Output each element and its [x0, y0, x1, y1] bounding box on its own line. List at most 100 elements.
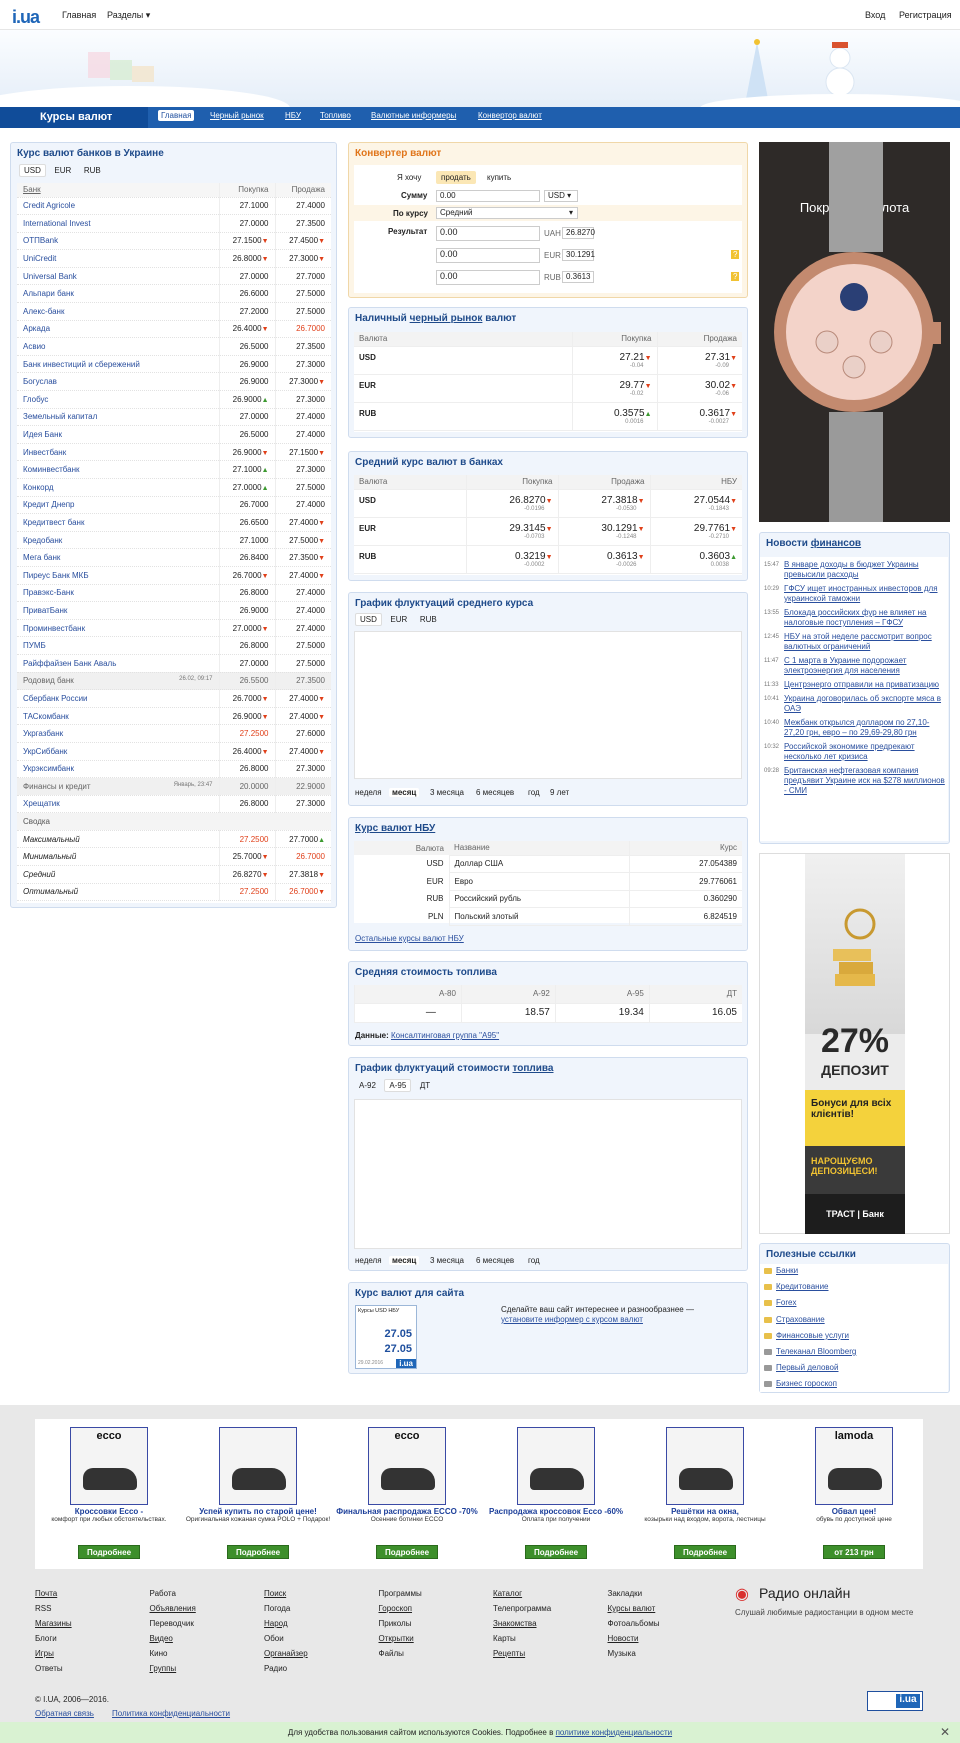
ad-more-button[interactable]: Подробнее	[674, 1545, 736, 1559]
ad-card[interactable]: Успей купить по старой цене! Оригинальная…	[184, 1419, 332, 1559]
login-link[interactable]: Вход	[865, 10, 885, 20]
footer-link[interactable]: Ответы	[35, 1661, 72, 1676]
fuel-period-year[interactable]: год	[528, 1256, 540, 1265]
bank-name-link[interactable]: UniCredit	[17, 249, 219, 268]
footer-link[interactable]: Радио	[264, 1661, 308, 1676]
footer-link[interactable]: RSS	[35, 1601, 72, 1616]
bank-row[interactable]: Мега банк 26.8400 27.3500▼	[17, 548, 331, 567]
tab-main[interactable]: Главная	[158, 110, 195, 121]
bank-name-link[interactable]: Асвио	[17, 337, 219, 356]
useful-link[interactable]: Телеканал Bloomberg	[760, 1345, 948, 1361]
period-year[interactable]: год	[528, 788, 540, 797]
footer-link[interactable]: Народ	[264, 1616, 308, 1631]
ad-headline[interactable]: Успей купить по старой цене!	[184, 1507, 332, 1516]
help-rub-icon[interactable]: ?	[731, 272, 740, 281]
ad-card[interactable]: ecco Финальная распродажа ECCO -70% Осенни…	[333, 1419, 481, 1559]
bank-name-link[interactable]: ОТПBank	[17, 232, 219, 251]
register-link[interactable]: Регистрация	[899, 10, 952, 20]
sum-currency-select[interactable]: USD ▾	[544, 190, 578, 202]
footer-link[interactable]: Открытки	[379, 1631, 422, 1646]
black-market-link[interactable]: черный рынок	[410, 313, 483, 324]
result-rub-input[interactable]: 0.00	[436, 270, 540, 285]
bank-name-link[interactable]: Сбербанк России	[17, 689, 219, 708]
bank-row[interactable]: Укргазбанк 27.2500 27.6000	[17, 724, 331, 743]
bank-name-link[interactable]: Альпари банк	[17, 284, 219, 304]
ad-more-button[interactable]: Подробнее	[376, 1545, 438, 1559]
bank-name-link[interactable]: Укрэксимбанк	[17, 760, 219, 779]
useful-link[interactable]: Кредитование	[760, 1280, 948, 1296]
bank-name-link[interactable]: Укргазбанк	[17, 724, 219, 743]
news-link[interactable]: Украина договорилась об экспорте мяса в …	[784, 694, 941, 713]
ad-more-button[interactable]: Подробнее	[227, 1545, 289, 1559]
news-link[interactable]: Центрэнерго отправили на приватизацию	[784, 680, 939, 689]
news-link[interactable]: С 1 марта в Украине подорожает электроэн…	[784, 656, 906, 675]
sum-input[interactable]: 0.00	[436, 190, 540, 202]
fuel-tab-a95[interactable]: А-95	[384, 1079, 412, 1092]
catalog-badge[interactable]: i.ua	[867, 1691, 923, 1711]
bank-name-link[interactable]: Правэкс-Банк	[17, 584, 219, 603]
bank-ad[interactable]: 27% ДЕПОЗИТ Бонуси для всіх клієнтів! НА…	[759, 853, 950, 1234]
news-item[interactable]: 10:29 ГФСУ ищет иностранных инвесторов дл…	[760, 584, 948, 604]
footer-link[interactable]: Видео	[150, 1631, 196, 1646]
fluct-tab-usd[interactable]: USD	[355, 613, 382, 626]
buy-option[interactable]: купить	[487, 173, 511, 182]
bank-name-link[interactable]: Universal Bank	[17, 267, 219, 286]
currency-tab-eur[interactable]: EUR	[50, 165, 75, 176]
bank-row[interactable]: Укрэксимбанк 26.8000 27.3000	[17, 760, 331, 779]
footer-link[interactable]: Гороскоп	[379, 1601, 422, 1616]
bank-name-link[interactable]: ПриватБанк	[17, 601, 219, 620]
ad-product-image[interactable]	[219, 1427, 297, 1505]
ad-headline[interactable]: Кроссовки Ecco -	[35, 1507, 183, 1516]
bank-name-link[interactable]: Проминвестбанк	[17, 619, 219, 638]
bank-row[interactable]: Хрещатик 26.8000 27.3000	[17, 795, 331, 814]
bank-row[interactable]: ТАСкомбанк 26.9000▼ 27.4000▼	[17, 707, 331, 726]
fuel-tab-dt[interactable]: ДТ	[416, 1080, 434, 1091]
useful-link[interactable]: Бизнес гороскоп	[760, 1377, 948, 1393]
ad-headline[interactable]: Распродажа кроссовок Ecco -60%	[482, 1507, 630, 1516]
footer-link[interactable]: Каталог	[493, 1586, 551, 1601]
useful-link[interactable]: Forex	[760, 1296, 948, 1312]
footer-link[interactable]: Кино	[150, 1646, 196, 1661]
tab-black-market[interactable]: Черный рынок	[210, 111, 264, 120]
bank-name-link[interactable]: Земельный капитал	[17, 408, 219, 427]
news-item[interactable]: 10:32 Российской экономике предрекают нес…	[760, 742, 948, 762]
footer-link[interactable]: Новости	[608, 1631, 660, 1646]
useful-link[interactable]: Финансовые услуги	[760, 1329, 948, 1345]
footer-link[interactable]: Группы	[150, 1661, 196, 1676]
ad-product-image[interactable]	[517, 1427, 595, 1505]
bank-name-link[interactable]: Родовид банк 26.02, 09:17	[17, 672, 219, 691]
bank-name-link[interactable]: УкрСиббанк	[17, 742, 219, 761]
ad-more-button[interactable]: Подробнее	[525, 1545, 587, 1559]
news-item[interactable]: 10:40 Межбанк открылся долларом по 27,10-…	[760, 718, 948, 738]
result-uah-rate[interactable]: 26.8270	[562, 227, 595, 239]
bank-row[interactable]: Проминвестбанк 27.0000▼ 27.4000	[17, 619, 331, 638]
news-item[interactable]: 11:47 С 1 марта в Украине подорожает элек…	[760, 656, 948, 676]
bank-name-link[interactable]: Алекс-банк	[17, 302, 219, 321]
footer-link[interactable]: Блоги	[35, 1631, 72, 1646]
news-title-link[interactable]: финансов	[811, 538, 861, 549]
fuel-tab-a92[interactable]: А-92	[355, 1080, 380, 1091]
useful-link[interactable]: Страхование	[760, 1313, 948, 1329]
bank-name-link[interactable]: Кредит Днепр	[17, 496, 219, 515]
footer-link[interactable]: Обои	[264, 1631, 308, 1646]
bank-name-link[interactable]: Пиреус Банк МКБ	[17, 566, 219, 585]
footer-link[interactable]: Магазины	[35, 1616, 72, 1631]
ad-card[interactable]: lamoda Обвал цен! обувь по доступной цене о…	[780, 1419, 928, 1559]
footer-link[interactable]: Переводчик	[150, 1616, 196, 1631]
help-eur-icon[interactable]: ?	[731, 250, 740, 259]
footer-link[interactable]: Погода	[264, 1601, 308, 1616]
bank-row[interactable]: Альпари банк 26.6000 27.5000	[17, 284, 331, 304]
nav-sections[interactable]: Разделы ▾	[107, 10, 150, 21]
bank-row[interactable]: Кредобанк 27.1000 27.5000▼	[17, 531, 331, 550]
result-uah-input[interactable]: 0.00	[436, 226, 540, 241]
period-9years[interactable]: 9 лет	[550, 788, 569, 797]
bank-name-link[interactable]: Богуслав	[17, 372, 219, 392]
bank-name-link[interactable]: Хрещатик	[17, 795, 219, 814]
fluct-tab-eur[interactable]: EUR	[386, 614, 411, 625]
bank-row[interactable]: Universal Bank 27.0000 27.7000	[17, 267, 331, 286]
nav-home[interactable]: Главная	[62, 10, 96, 20]
bank-row[interactable]: Коминвестбанк 27.1000▲ 27.3000	[17, 460, 331, 479]
bank-name-link[interactable]: Финансы и кредит Январь, 23:47	[17, 777, 219, 796]
footer-link[interactable]: Музыка	[608, 1646, 660, 1661]
footer-link[interactable]: Органайзер	[264, 1646, 308, 1661]
